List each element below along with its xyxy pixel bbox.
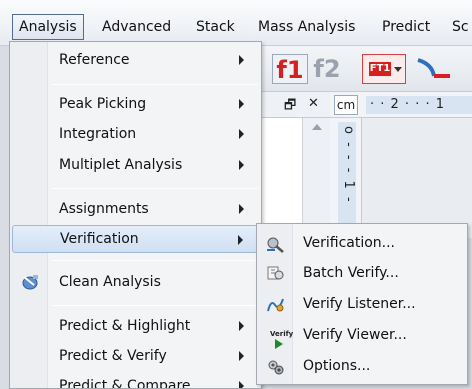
submenu-arrow-icon — [239, 204, 244, 214]
verification-icon — [265, 234, 287, 254]
menu-analysis[interactable]: Analysis — [12, 14, 84, 40]
menu-separator — [52, 84, 258, 85]
submenu-arrow-icon — [239, 129, 244, 139]
pin-icon[interactable]: 🗗 — [284, 96, 296, 118]
ruler-unit-button[interactable]: cm — [334, 95, 358, 115]
menu-separator — [52, 188, 258, 189]
menu-item-multiplet-analysis[interactable]: Multiplet Analysis — [12, 151, 260, 179]
menu-sc[interactable]: Sc — [446, 14, 472, 40]
menu-item-predict-compare[interactable]: Predict & Compare — [12, 372, 260, 389]
play-icon — [275, 339, 283, 349]
submenu-item-verify-viewer[interactable]: Verify Verify Viewer... — [259, 320, 465, 350]
verification-submenu: Verification... Batch Verify... Verify L… — [256, 223, 468, 385]
toolbar: f1 f2 FT1 — [262, 46, 472, 92]
ruler-h-ticks: · · 2 · · · 1 — [370, 97, 445, 112]
menu-predict[interactable]: Predict — [376, 14, 436, 40]
batch-verify-icon — [265, 264, 287, 284]
ft-label: FT1 — [369, 62, 391, 76]
document-area[interactable] — [362, 118, 472, 238]
verify-listener-icon — [265, 295, 287, 315]
submenu-item-label: Verify Viewer... — [303, 327, 407, 343]
menu-item-label: Multiplet Analysis — [59, 157, 183, 173]
horizontal-ruler: cm · · 2 · · · 1 — [330, 92, 472, 118]
submenu-item-verify-listener[interactable]: Verify Listener... — [259, 289, 465, 319]
menu-item-label: Assignments — [59, 201, 149, 217]
f2-button[interactable]: f2 — [310, 54, 344, 84]
submenu-item-label: Verify Listener... — [303, 296, 416, 312]
menu-item-label: Verification — [60, 231, 139, 247]
close-icon[interactable]: ✕ — [308, 96, 319, 111]
submenu-item-verification[interactable]: Verification... — [259, 228, 465, 258]
vertical-ruler: o - - - 1 - — [330, 118, 362, 238]
menu-item-integration[interactable]: Integration — [12, 120, 260, 148]
menu-item-label: Predict & Highlight — [59, 318, 191, 334]
menu-separator — [52, 305, 258, 306]
menu-item-label: Predict & Verify — [59, 348, 167, 364]
submenu-arrow-icon — [238, 235, 243, 245]
submenu-item-label: Verification... — [303, 235, 396, 251]
submenu-arrow-icon — [239, 321, 244, 331]
menu-stack[interactable]: Stack — [190, 14, 241, 40]
submenu-arrow-icon — [239, 381, 244, 388]
ruler-v-ticks: o - - - 1 - — [341, 126, 356, 204]
menu-item-label: Peak Picking — [59, 96, 147, 112]
menu-item-reference[interactable]: Reference — [12, 46, 260, 74]
menu-item-label: Integration — [59, 126, 137, 142]
menu-item-predict-highlight[interactable]: Predict & Highlight — [12, 312, 260, 340]
clean-analysis-icon — [20, 273, 40, 291]
menu-item-predict-verify[interactable]: Predict & Verify — [12, 342, 260, 370]
pane-header: 🗗 ✕ — [262, 92, 330, 118]
submenu-arrow-icon — [239, 160, 244, 170]
menu-item-clean-analysis[interactable]: Clean Analysis — [12, 268, 260, 296]
menu-item-label: Predict & Compare — [59, 378, 191, 389]
menu-item-label: Clean Analysis — [59, 274, 161, 290]
menu-advanced[interactable]: Advanced — [96, 14, 177, 40]
menu-item-verification[interactable]: Verification — [12, 225, 260, 253]
menu-item-peak-picking[interactable]: Peak Picking — [12, 90, 260, 118]
submenu-item-label: Batch Verify... — [303, 265, 399, 281]
menu-item-label: Reference — [59, 52, 130, 68]
chevron-down-icon — [394, 67, 402, 72]
ft-dropdown-button[interactable]: FT1 — [362, 54, 406, 84]
submenu-arrow-icon — [239, 351, 244, 361]
f1-button[interactable]: f1 — [272, 54, 308, 84]
options-icon — [265, 357, 287, 377]
menu-mass-analysis[interactable]: Mass Analysis — [252, 14, 361, 40]
submenu-item-label: Options... — [303, 358, 371, 374]
phase-correction-icon[interactable] — [414, 54, 454, 84]
verify-tag-text: Verify — [270, 330, 294, 338]
menu-item-assignments[interactable]: Assignments — [12, 195, 260, 223]
submenu-item-options[interactable]: Options... — [259, 351, 465, 381]
menu-bar: Analysis Advanced Stack Mass Analysis Pr… — [0, 0, 472, 46]
submenu-arrow-icon — [239, 99, 244, 109]
scroll-up-icon[interactable] — [312, 124, 322, 130]
pane-scrollbar[interactable] — [302, 118, 330, 238]
analysis-menu: Reference Peak Picking Integration Multi… — [9, 41, 262, 389]
verify-viewer-icon: Verify — [265, 326, 293, 349]
submenu-arrow-icon — [239, 55, 244, 65]
menu-separator — [52, 260, 258, 261]
submenu-item-batch-verify[interactable]: Batch Verify... — [259, 258, 465, 288]
